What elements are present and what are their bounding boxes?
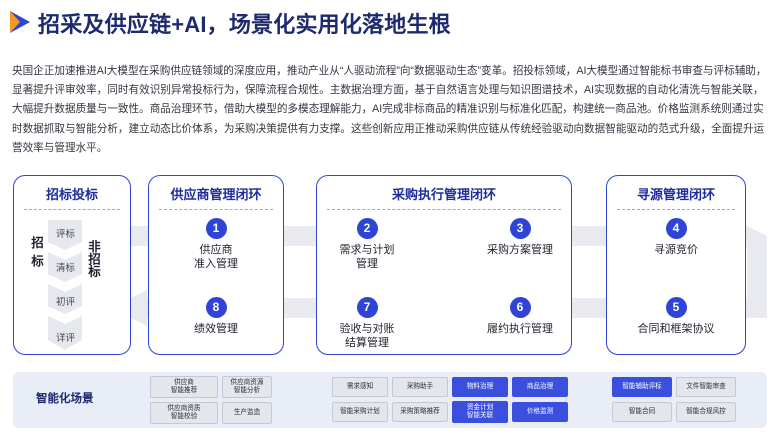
- scenario-chip: 需求感知: [332, 377, 388, 397]
- sourcing-panel-title: 寻源管理闭环: [636, 187, 715, 202]
- scenario-chip: 供应商 智能推荐: [150, 376, 218, 398]
- scenario-chip: 采购助手: [392, 377, 448, 397]
- bidding-stage-4: 详评: [56, 333, 76, 344]
- divider: [327, 209, 561, 210]
- scenario-chip: 供应商资质 智能校验: [150, 402, 218, 424]
- step-label: 绩效管理: [194, 323, 238, 335]
- step-number-badge: 5: [665, 297, 687, 318]
- step-number-badge: 8: [205, 297, 227, 318]
- brand-logo-icon: [10, 11, 30, 33]
- step-number-badge: 6: [509, 297, 531, 318]
- step-demand-plan: 2 需求与计划 管理: [312, 218, 422, 271]
- step-label: 合同和框架协议: [637, 323, 715, 335]
- step-label: 供应商 准入管理: [194, 244, 238, 270]
- step-performance: 8 绩效管理: [161, 297, 271, 336]
- divider: [24, 209, 120, 210]
- step-label: 履约执行管理: [487, 323, 553, 335]
- scenario-chip-highlight: 资金计划 智能关联: [452, 401, 508, 423]
- bidding-left-label: 招标: [29, 236, 43, 273]
- bidding-right-label: 非招标: [86, 240, 100, 278]
- scenario-chip: 智能合规风控: [676, 402, 736, 422]
- step-number-badge: 4: [665, 218, 687, 239]
- scenario-chip: 智能合同: [612, 402, 672, 422]
- scenario-chip: 文件智能审查: [676, 377, 736, 397]
- scenario-chip: 生产监造: [222, 402, 272, 424]
- step-acceptance-settlement: 7 验收与对账 结算管理: [312, 297, 422, 350]
- divider: [617, 209, 735, 210]
- smart-scenarios-label: 智能化场景: [36, 393, 94, 405]
- divider: [159, 209, 273, 210]
- scenario-chip: 采购策略推荐: [392, 402, 448, 422]
- bidding-stage-1: 评标: [56, 229, 76, 240]
- step-label: 验收与对账 结算管理: [339, 323, 395, 349]
- bidding-stage-3: 初评: [56, 297, 76, 308]
- step-number-badge: 2: [356, 218, 378, 239]
- bidding-panel-title: 招标投标: [45, 187, 98, 202]
- step-contract-execution: 6 履约执行管理: [465, 297, 575, 336]
- step-number-badge: 3: [509, 218, 531, 239]
- step-number-badge: 1: [205, 218, 227, 239]
- purchase-panel-title: 采购执行管理闭环: [391, 187, 496, 202]
- supplier-panel-title: 供应商管理闭环: [170, 187, 262, 202]
- step-contract-framework: 5 合同和框架协议: [621, 297, 731, 336]
- scenario-chip-highlight: 价格监测: [512, 402, 568, 422]
- step-purchase-plan: 3 采购方案管理: [465, 218, 575, 257]
- step-number-badge: 7: [356, 297, 378, 318]
- scenario-chip-highlight: 智能辅助评标: [612, 377, 672, 397]
- scenario-chip-highlight: 物料治理: [452, 377, 508, 397]
- scenario-chip-highlight: 商品治理: [512, 377, 568, 397]
- scenario-chip: 智能采购计划: [332, 402, 388, 422]
- step-supplier-access: 1 供应商 准入管理: [161, 218, 271, 271]
- step-label: 寻源竞价: [654, 244, 698, 256]
- intro-paragraph: 央国企正加速推进AI大模型在采购供应链领域的深度应用，推动产业从“人驱动流程”向…: [12, 65, 767, 154]
- step-sourcing-bidding: 4 寻源竞价: [621, 218, 731, 257]
- step-label: 采购方案管理: [487, 244, 553, 256]
- page-title: 招采及供应链+AI，场景化实用化落地生根: [38, 12, 451, 37]
- scenario-chip: 供应商资源 智能分析: [222, 376, 272, 398]
- step-label: 需求与计划 管理: [339, 244, 395, 270]
- bidding-stage-2: 清标: [56, 263, 76, 274]
